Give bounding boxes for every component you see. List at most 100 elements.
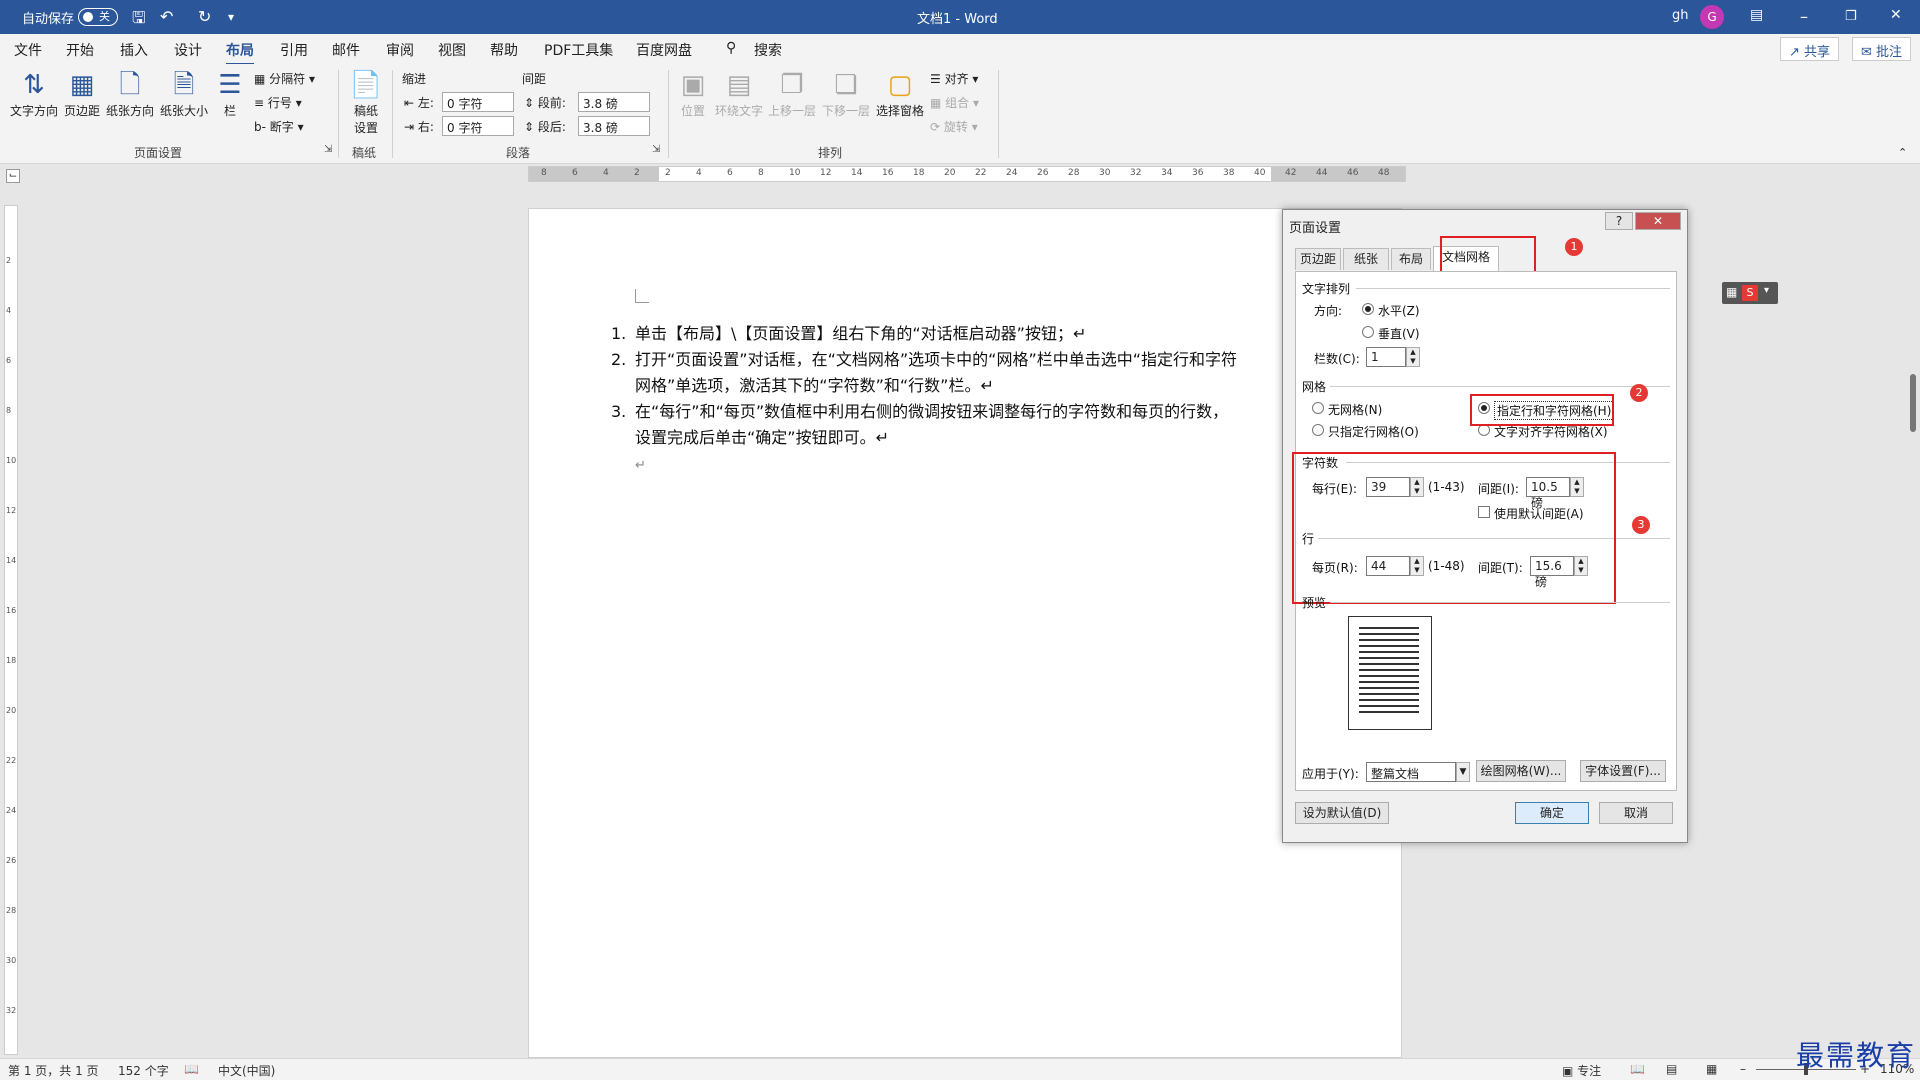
rotate-button[interactable]: ⟳ 旋转 ▾ xyxy=(930,118,978,135)
redo-icon[interactable]: ↻ xyxy=(198,7,211,26)
horizontal-radio[interactable] xyxy=(1362,303,1374,315)
read-mode-icon[interactable]: 📖 xyxy=(1630,1062,1645,1076)
tab-margins[interactable]: 页边距 xyxy=(1295,248,1341,270)
wrap-text-button[interactable]: ▤ 环绕文字 xyxy=(714,70,764,119)
hyphenation-button[interactable]: b‐ 断字 ▾ xyxy=(254,118,304,135)
indent-right-input[interactable]: 0 字符 xyxy=(442,116,514,136)
ok-button[interactable]: 确定 xyxy=(1515,802,1589,824)
preview-section: 预览 xyxy=(1302,596,1327,610)
tab-design[interactable]: 设计 xyxy=(174,40,202,60)
sogou-icon[interactable]: S xyxy=(1742,285,1758,301)
breaks-button[interactable]: ▦ 分隔符 ▾ xyxy=(254,70,315,87)
share-button[interactable]: ↗ 共享 xyxy=(1780,37,1840,61)
minimize-icon[interactable]: – xyxy=(1800,7,1808,26)
ruler-tick: 30 xyxy=(1099,168,1111,178)
ime-toolbar[interactable]: ▦ S ▾ xyxy=(1722,282,1778,304)
line-grid-only-radio[interactable] xyxy=(1312,424,1324,436)
text-direction-button[interactable]: ⇅ 文字方向 xyxy=(8,70,60,119)
empty-paragraph[interactable]: ↵ xyxy=(635,453,1241,479)
web-layout-icon[interactable]: ▦ xyxy=(1706,1062,1717,1076)
ruler-tick: 2 xyxy=(634,168,640,178)
ruler-tick: 46 xyxy=(1347,168,1359,178)
draw-grid-button[interactable]: 绘图网格(W)... xyxy=(1476,760,1566,782)
send-backward-button[interactable]: ❏ 下移一层 xyxy=(820,70,872,119)
ribbon-display-icon[interactable]: ▤ xyxy=(1750,7,1763,23)
columns-button[interactable]: ☰ 栏 xyxy=(216,70,244,119)
save-icon[interactable]: 🖫 xyxy=(132,7,146,34)
line-numbers-button[interactable]: ≡ 行号 ▾ xyxy=(254,94,302,111)
vertical-radio[interactable] xyxy=(1362,326,1374,338)
align-button[interactable]: ☰ 对齐 ▾ xyxy=(930,70,978,87)
zoom-out-icon[interactable]: – xyxy=(1740,1062,1746,1076)
selection-pane-button[interactable]: ▢ 选择窗格 xyxy=(874,70,926,119)
tab-mailings[interactable]: 邮件 xyxy=(332,40,360,60)
bring-forward-button[interactable]: ❐ 上移一层 xyxy=(766,70,818,119)
group-paragraph: 段落 xyxy=(506,146,531,160)
proofing-icon[interactable]: 📖 xyxy=(184,1062,199,1076)
spacing-before-input[interactable]: 3.8 磅 xyxy=(578,92,650,112)
horizontal-ruler[interactable]: 8 6 4 2 2 4 6 8 10 12 14 16 18 20 22 24 26 28 30 32 34 36 38 40… xyxy=(528,166,1406,182)
undo-icon[interactable]: ↶ xyxy=(160,7,173,26)
bring-forward-icon: ❐ xyxy=(780,70,804,100)
autosave-toggle[interactable]: 关 xyxy=(78,8,118,26)
language[interactable]: 中文(中国) xyxy=(218,1062,275,1079)
tab-home[interactable]: 开始 xyxy=(66,40,94,60)
tab-help[interactable]: 帮助 xyxy=(490,40,518,60)
apply-to-dropdown-icon[interactable]: ▼ xyxy=(1456,762,1470,782)
word-count[interactable]: 152 个字 xyxy=(118,1062,169,1079)
font-settings-button[interactable]: 字体设置(F)... xyxy=(1580,760,1666,782)
spacing-after-input[interactable]: 3.8 磅 xyxy=(578,116,650,136)
vertical-scrollbar[interactable] xyxy=(1910,374,1916,432)
tab-review[interactable]: 审阅 xyxy=(386,40,414,60)
tab-paper[interactable]: 纸张 xyxy=(1343,248,1389,270)
help-button[interactable]: ? xyxy=(1605,212,1633,230)
dialog-close-button[interactable]: ✕ xyxy=(1635,212,1681,230)
draft-settings-button[interactable]: 📄 稿纸 设置 xyxy=(348,70,384,136)
page-setup-launcher-icon[interactable]: ⇲ xyxy=(324,144,332,155)
collapse-ribbon-icon[interactable]: ⌃ xyxy=(1898,146,1907,159)
tab-references[interactable]: 引用 xyxy=(280,40,308,60)
ruler-tick: 18 xyxy=(913,168,925,178)
comments-button[interactable]: ✉ 批注 xyxy=(1852,37,1912,61)
vertical-ruler[interactable]: 2 4 6 8 10 12 14 16 18 20 22 24 26 28 30 32 xyxy=(4,205,18,1055)
tab-view[interactable]: 视图 xyxy=(438,40,466,60)
apply-to-select[interactable]: 整篇文档 xyxy=(1366,762,1456,782)
restore-icon[interactable]: ❐ xyxy=(1845,9,1857,24)
page-count[interactable]: 第 1 页，共 1 页 xyxy=(8,1062,99,1079)
keyboard-icon[interactable]: ▦ xyxy=(1726,285,1737,299)
tab-layout[interactable]: 布局 xyxy=(226,40,254,66)
customize-qat-icon[interactable]: ▾ xyxy=(228,10,234,24)
focus-mode-button[interactable]: ▣ 专注 xyxy=(1562,1062,1601,1079)
group-objects-button[interactable]: ▦ 组合 ▾ xyxy=(930,94,979,111)
tab-layout[interactable]: 布局 xyxy=(1391,248,1431,270)
document-page[interactable]: 1. 单击【布局】\【页面设置】组右下角的“对话框启动器”按钮；↵ 2. 打开“页面… xyxy=(528,208,1402,1058)
search-icon[interactable]: ⚲ xyxy=(726,40,736,56)
tab-pdf-tools[interactable]: PDF工具集 xyxy=(544,40,613,60)
columns-input[interactable]: 1 xyxy=(1366,347,1406,367)
position-button[interactable]: ▣ 位置 xyxy=(676,70,710,119)
ruler-tick: 38 xyxy=(1223,168,1235,178)
close-icon[interactable]: ✕ xyxy=(1890,7,1902,23)
indent-left-input[interactable]: 0 字符 xyxy=(442,92,514,112)
columns-spinner[interactable]: ▲ ▼ xyxy=(1406,347,1420,367)
tab-baidu-netdisk[interactable]: 百度网盘 xyxy=(636,40,692,60)
size-button[interactable]: 🗎 纸张大小 xyxy=(158,70,210,119)
direction-label: 方向: xyxy=(1314,304,1343,318)
list-item[interactable]: 3. 在“每行”和“每页”数值框中利用右侧的微调按钮来调整每行的字符数和每页的行数… xyxy=(611,399,1241,451)
ime-menu-icon[interactable]: ▾ xyxy=(1764,285,1769,296)
no-grid-radio[interactable] xyxy=(1312,402,1324,414)
search-box[interactable]: 搜索 xyxy=(754,40,782,60)
set-default-button[interactable]: 设为默认值(D) xyxy=(1295,802,1389,824)
list-item[interactable]: 1. 单击【布局】\【页面设置】组右下角的“对话框启动器”按钮；↵ xyxy=(611,321,1241,347)
group-draft: 稿纸 xyxy=(352,146,377,160)
avatar[interactable]: G xyxy=(1700,5,1724,29)
orientation-button[interactable]: 🗋 纸张方向 xyxy=(104,70,156,119)
margins-button[interactable]: ▦ 页边距 xyxy=(62,70,102,119)
tab-file[interactable]: 文件 xyxy=(14,40,42,60)
tab-insert[interactable]: 插入 xyxy=(120,40,148,60)
paragraph-launcher-icon[interactable]: ⇲ xyxy=(652,144,660,155)
list-item[interactable]: 2. 打开“页面设置”对话框，在“文档网格”选项卡中的“网格”栏中单击选中“指定行… xyxy=(611,347,1241,399)
tab-selector[interactable]: ⌙ xyxy=(6,169,20,183)
print-layout-icon[interactable]: ▤ xyxy=(1666,1062,1677,1076)
cancel-button[interactable]: 取消 xyxy=(1599,802,1673,824)
